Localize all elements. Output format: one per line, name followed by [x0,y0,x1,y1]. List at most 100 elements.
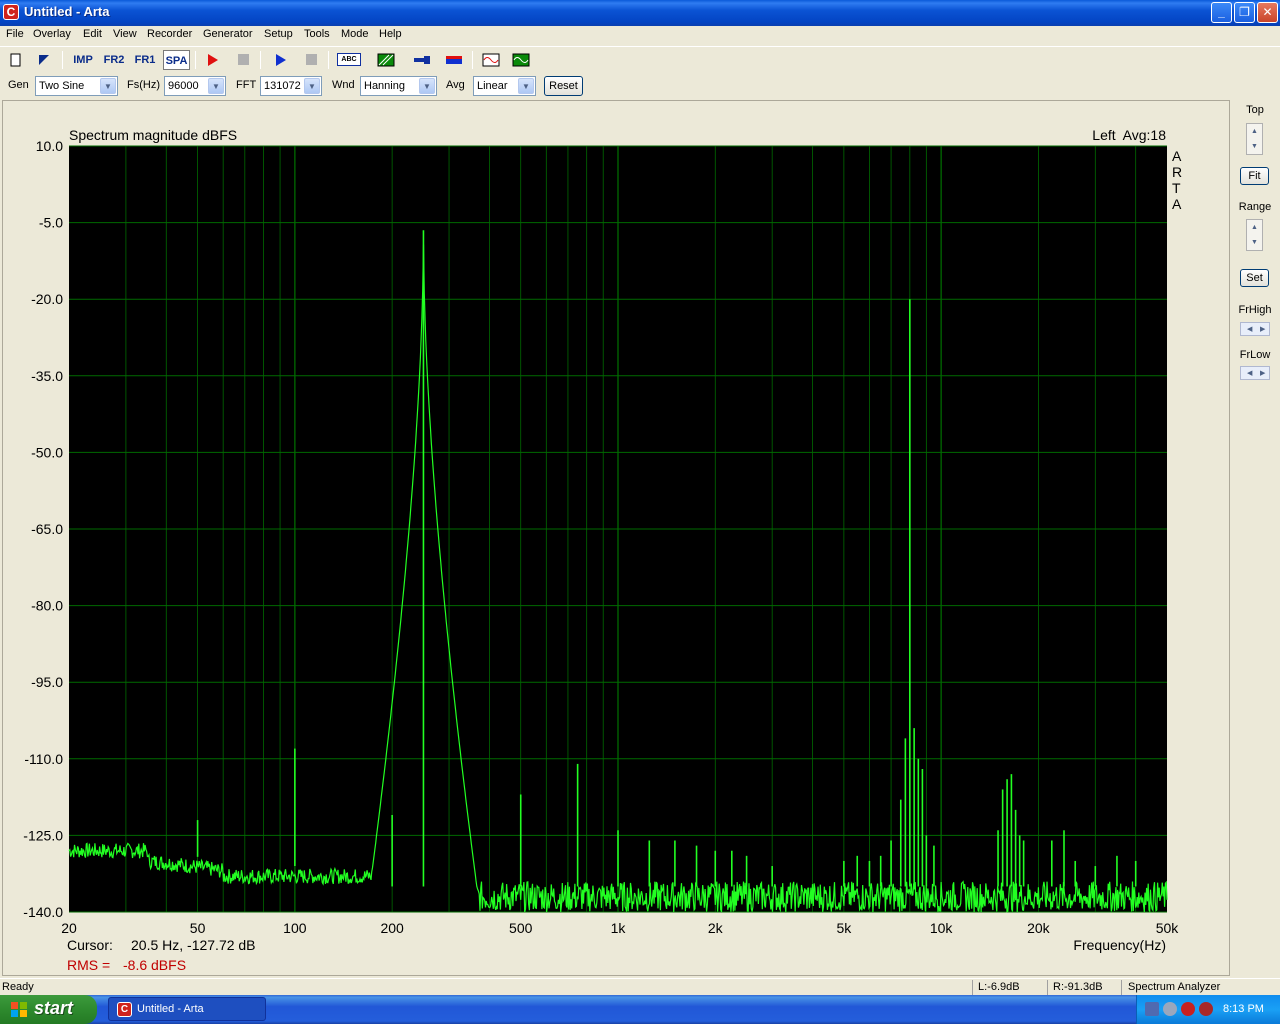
gen-label: Gen [8,79,29,91]
close-button[interactable]: ✕ [1257,2,1278,23]
stop-icon [237,54,249,65]
left-level: L:-6.9dB [978,981,1020,993]
reset-button[interactable]: Reset [544,76,583,96]
spin-down-icon[interactable]: ▼ [1247,235,1262,250]
arta-app-icon: C [117,1002,132,1017]
chevron-down-icon[interactable]: ▼ [100,78,116,94]
spin-up-icon[interactable]: ▲ [1247,220,1262,235]
frlow-spinner[interactable]: ◀ ▶ [1240,366,1270,380]
spectrum-chart[interactable]: 10.0 -5.0 -20.0 -35.0 -50.0 -65.0 -80.0 -95.0 -1… [3,101,1229,975]
window-select[interactable]: Hanning ▼ [360,76,437,96]
fr2-mode-button[interactable]: FR2 [101,50,127,70]
spin-right-icon[interactable]: ▶ [1260,325,1265,333]
taskbar: start C Untitled - Arta 8:13 PM [0,995,1280,1024]
antivirus-icon[interactable] [1199,1002,1213,1016]
x-tick-label: 20 [61,920,77,936]
fr1-mode-button[interactable]: FR1 [132,50,158,70]
volume-icon[interactable] [1163,1002,1177,1016]
stop-icon [305,54,317,65]
window-title: Untitled - Arta [24,4,110,19]
y-tick-label: -95.0 [31,674,63,690]
spin-left-icon[interactable]: ◀ [1247,325,1252,333]
menu-mode[interactable]: Mode [341,28,369,40]
spin-up-icon[interactable]: ▲ [1247,124,1262,139]
clock: 8:13 PM [1223,1003,1264,1015]
spin-right-icon[interactable]: ▶ [1260,369,1265,377]
network-icon[interactable] [1145,1002,1159,1016]
averaging-select[interactable]: Linear ▼ [473,76,536,96]
open-file-button[interactable] [33,50,55,70]
title-bar: C Untitled - Arta _ ❐ ✕ [0,0,1280,26]
y-tick-labels: 10.0 -5.0 -20.0 -35.0 -50.0 -65.0 -80.0 -95.0 -1… [23,138,63,920]
chevron-down-icon[interactable]: ▼ [419,78,435,94]
x-tick-label: 200 [380,920,404,936]
fft-size-value: 131072 [264,80,301,92]
new-file-icon [10,53,21,67]
menu-view[interactable]: View [113,28,137,40]
menu-overlay[interactable]: Overlay [33,28,71,40]
y-tick-label: -80.0 [31,598,63,614]
x-tick-label: 100 [283,920,307,936]
frhigh-spinner[interactable]: ◀ ▶ [1240,322,1270,336]
setup-button[interactable] [375,50,397,70]
generator-stop-button[interactable] [300,50,322,70]
start-button[interactable]: start [0,995,97,1024]
arrow-icon [39,55,49,65]
minimize-button[interactable]: _ [1211,2,1232,23]
probe-icon [414,56,430,64]
status-ready: Ready [2,981,34,993]
frhigh-label: FrHigh [1238,304,1272,316]
spin-down-icon[interactable]: ▼ [1247,139,1262,154]
spin-left-icon[interactable]: ◀ [1247,369,1252,377]
y-tick-label: -125.0 [23,827,63,843]
menu-help[interactable]: Help [379,28,402,40]
x-tick-label: 10k [930,920,954,936]
top-spinner[interactable]: ▲ ▼ [1246,123,1263,155]
x-axis-label: Frequency(Hz) [1073,937,1166,953]
new-file-button[interactable] [5,50,27,70]
stop-record-button[interactable] [232,50,254,70]
y-tick-label: -50.0 [31,444,63,460]
arta-letter-a2: A [1172,196,1182,212]
x-tick-label: 50 [190,920,206,936]
generator-play-button[interactable] [270,50,292,70]
maximize-button[interactable]: ❐ [1234,2,1255,23]
y-tick-label: -65.0 [31,521,63,537]
spectrum-mode-button[interactable]: SPA [163,50,190,70]
fft-size-select[interactable]: 131072 ▼ [260,76,322,96]
record-button[interactable] [202,50,224,70]
x-tick-labels: 20 50 100 200 500 1k 2k 5k 10k 20k 50k [61,920,1179,936]
level-button[interactable] [443,50,465,70]
menu-tools[interactable]: Tools [304,28,330,40]
oscilloscope-button[interactable] [480,50,502,70]
sample-rate-select[interactable]: 96000 ▼ [164,76,226,96]
y-tick-label: -110.0 [24,751,63,767]
menu-edit[interactable]: Edit [83,28,102,40]
range-spinner[interactable]: ▲ ▼ [1246,219,1263,251]
status-bar: Ready L:-6.9dB R:-91.3dB Spectrum Analyz… [0,978,1280,995]
menu-setup[interactable]: Setup [264,28,293,40]
start-label: start [34,998,74,1018]
x-tick-label: 50k [1156,920,1180,936]
menu-recorder[interactable]: Recorder [147,28,192,40]
impulse-mode-button[interactable]: IMP [70,50,96,70]
menu-generator[interactable]: Generator [203,28,253,40]
taskbar-item-arta[interactable]: C Untitled - Arta [108,997,266,1021]
system-tray: 8:13 PM [1136,995,1280,1024]
cursor-value: 20.5 Hz, -127.72 dB [131,937,256,953]
scope-view-button[interactable] [510,50,532,70]
chevron-down-icon[interactable]: ▼ [208,78,224,94]
fit-button[interactable]: Fit [1240,167,1269,185]
generator-select[interactable]: Two Sine ▼ [35,76,118,96]
fft-label: FFT [236,79,257,91]
abc-button[interactable]: ABC [337,50,361,70]
y-tick-label: -35.0 [31,368,63,384]
x-tick-label: 2k [708,920,724,936]
security-shield-icon[interactable] [1181,1002,1195,1016]
sweep-button[interactable] [411,50,433,70]
chevron-down-icon[interactable]: ▼ [518,78,534,94]
menu-file[interactable]: File [6,28,24,40]
set-button[interactable]: Set [1240,269,1269,287]
chevron-down-icon[interactable]: ▼ [304,78,320,94]
x-tick-label: 20k [1027,920,1051,936]
